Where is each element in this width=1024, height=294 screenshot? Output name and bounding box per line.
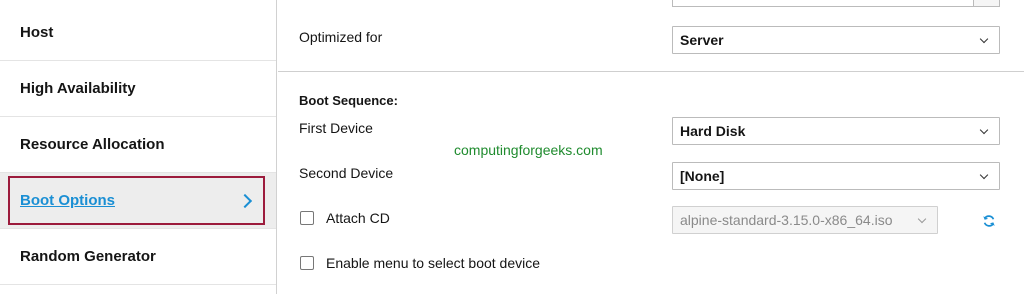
chevron-down-icon — [979, 125, 989, 135]
refresh-icon[interactable] — [982, 214, 996, 228]
sidebar-item-random-generator[interactable]: Random Generator — [0, 229, 276, 285]
boot-options-panel: Optimized for Server Boot Sequence: Firs… — [278, 0, 1024, 294]
cd-image-value: alpine-standard-3.15.0-x86_64.iso — [680, 212, 893, 228]
boot-sequence-title: Boot Sequence: — [299, 93, 398, 108]
optimized-for-value: Server — [680, 32, 724, 48]
partial-select[interactable] — [672, 0, 1000, 7]
attach-cd-checkbox[interactable] — [300, 211, 314, 225]
active-item-highlight — [8, 176, 265, 225]
watermark-text: computingforgeeks.com — [454, 142, 603, 158]
sidebar-item-label: Host — [20, 24, 54, 41]
section-divider — [278, 71, 1024, 72]
sidebar-item-host[interactable]: Host — [0, 5, 276, 61]
chevron-down-icon — [917, 214, 927, 224]
sidebar-item-label: High Availability — [20, 80, 136, 97]
attach-cd-label: Attach CD — [326, 210, 390, 226]
boot-menu-checkbox[interactable] — [300, 256, 314, 270]
chevron-down-icon — [979, 170, 989, 180]
sidebar-item-label: Resource Allocation — [20, 136, 165, 153]
first-device-label: First Device — [299, 120, 373, 136]
sidebar-item-resource-allocation[interactable]: Resource Allocation — [0, 117, 276, 173]
sidebar: Host High Availability Resource Allocati… — [0, 0, 277, 294]
sidebar-item-label: Random Generator — [20, 248, 156, 265]
sidebar-item-high-availability[interactable]: High Availability — [0, 61, 276, 117]
boot-menu-label: Enable menu to select boot device — [326, 255, 541, 271]
optimized-for-label: Optimized for — [299, 29, 383, 45]
chevron-down-icon — [979, 34, 989, 44]
second-device-value: [None] — [680, 168, 725, 184]
cd-image-select[interactable]: alpine-standard-3.15.0-x86_64.iso — [672, 206, 938, 234]
partial-select-button[interactable] — [973, 0, 999, 6]
second-device-label: Second Device — [299, 165, 394, 181]
first-device-value: Hard Disk — [680, 123, 746, 139]
second-device-select[interactable]: [None] — [672, 162, 1000, 190]
first-device-select[interactable]: Hard Disk — [672, 117, 1000, 145]
optimized-for-select[interactable]: Server — [672, 26, 1000, 54]
